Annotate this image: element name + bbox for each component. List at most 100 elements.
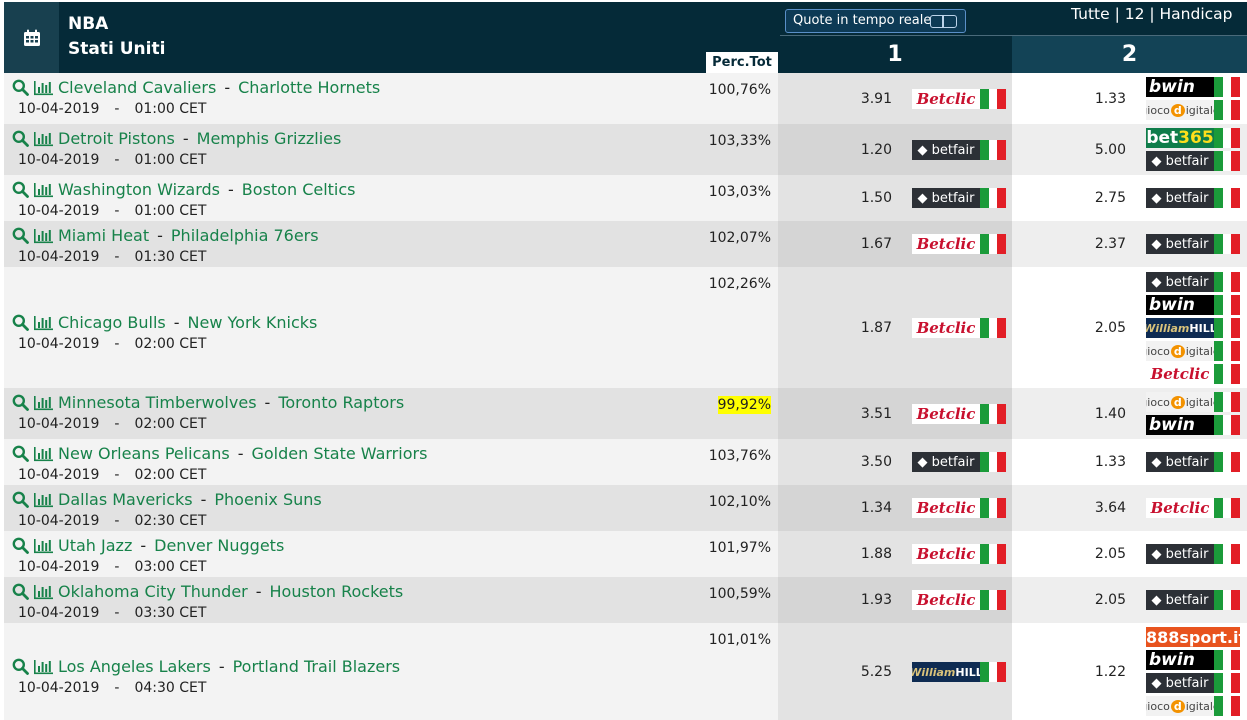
odd-away[interactable]: 1.33	[1066, 90, 1126, 108]
stats-chart-icon[interactable]	[33, 658, 54, 680]
stats-chart-icon[interactable]	[33, 79, 54, 101]
home-team-link[interactable]: Los Angeles Lakers	[58, 657, 211, 676]
odd-away[interactable]: 5.00	[1066, 141, 1126, 159]
stats-chart-icon[interactable]	[33, 394, 54, 416]
odd-away[interactable]: 2.05	[1066, 591, 1126, 609]
bookmaker-888sport[interactable]: 888sport.it	[1146, 627, 1240, 647]
stats-chart-icon[interactable]	[33, 537, 54, 559]
away-team-link[interactable]: Denver Nuggets	[154, 536, 284, 555]
bookmaker-betfair[interactable]: ◆ betfair	[912, 188, 1007, 208]
home-team-link[interactable]: Miami Heat	[58, 226, 149, 245]
stats-chart-icon[interactable]	[33, 583, 54, 605]
bookmaker-betfair[interactable]: ◆ betfair	[1146, 234, 1241, 254]
away-team-link[interactable]: Houston Rockets	[270, 582, 404, 601]
search-icon[interactable]	[12, 314, 29, 336]
away-team-link[interactable]: Toronto Raptors	[278, 393, 404, 412]
odd-home[interactable]: 1.87	[832, 319, 892, 337]
home-team-link[interactable]: Minnesota Timberwolves	[58, 393, 257, 412]
stats-chart-icon[interactable]	[33, 181, 54, 203]
bookmaker-betclic[interactable]: Betclic	[912, 544, 1007, 564]
bookmaker-betfair[interactable]: ◆ betfair	[1146, 590, 1241, 610]
away-team-link[interactable]: Memphis Grizzlies	[197, 129, 342, 148]
bookmaker-betclic[interactable]: Betclic	[912, 318, 1007, 338]
search-icon[interactable]	[12, 445, 29, 467]
bookmaker-bet365[interactable]: bet 365	[1146, 128, 1241, 148]
bookmaker-giocodigitale[interactable]: giocodigitale	[1146, 392, 1241, 412]
odd-away[interactable]: 2.37	[1066, 235, 1126, 253]
bookmaker-betfair[interactable]: ◆ betfair	[1146, 452, 1241, 472]
odd-away[interactable]: 1.40	[1066, 405, 1126, 423]
odd-home[interactable]: 1.93	[832, 591, 892, 609]
stats-chart-icon[interactable]	[33, 227, 54, 249]
calendar-icon[interactable]	[4, 2, 59, 73]
away-team-link[interactable]: Philadelphia 76ers	[171, 226, 319, 245]
odd-home[interactable]: 5.25	[832, 663, 892, 681]
odd-home[interactable]: 1.50	[832, 189, 892, 207]
bookmaker-williamhill[interactable]: William HILL	[912, 662, 1007, 682]
realtime-odds-toggle[interactable]: Quote in tempo reale	[785, 9, 966, 33]
home-team-link[interactable]: Detroit Pistons	[58, 129, 175, 148]
stats-chart-icon[interactable]	[33, 491, 54, 513]
search-icon[interactable]	[12, 491, 29, 513]
odd-home[interactable]: 3.91	[832, 90, 892, 108]
search-icon[interactable]	[12, 79, 29, 101]
home-team-link[interactable]: Dallas Mavericks	[58, 490, 193, 509]
home-team-link[interactable]: Chicago Bulls	[58, 313, 166, 332]
bookmaker-bwin[interactable]: bwin	[1146, 650, 1241, 670]
stats-chart-icon[interactable]	[33, 445, 54, 467]
odd-away[interactable]: 2.05	[1066, 319, 1126, 337]
away-team-link[interactable]: Portland Trail Blazers	[233, 657, 401, 676]
away-team-link[interactable]: Golden State Warriors	[251, 444, 427, 463]
bookmaker-betfair[interactable]: ◆ betfair	[1146, 188, 1241, 208]
bookmaker-betfair[interactable]: ◆ betfair	[1146, 544, 1241, 564]
link-12[interactable]: 12	[1125, 5, 1145, 23]
home-team-link[interactable]: New Orleans Pelicans	[58, 444, 230, 463]
home-team-link[interactable]: Oklahoma City Thunder	[58, 582, 248, 601]
home-team-link[interactable]: Washington Wizards	[58, 180, 220, 199]
bookmaker-betfair[interactable]: ◆ betfair	[1146, 151, 1241, 171]
odd-home[interactable]: 1.20	[832, 141, 892, 159]
link-handicap[interactable]: Handicap	[1160, 5, 1233, 23]
bookmaker-bwin[interactable]: bwin	[1146, 415, 1241, 435]
bookmaker-giocodigitale[interactable]: giocodigitale	[1146, 341, 1241, 361]
away-team-link[interactable]: Charlotte Hornets	[238, 78, 380, 97]
bookmaker-betclic[interactable]: Betclic	[912, 234, 1007, 254]
odd-home[interactable]: 1.67	[832, 235, 892, 253]
home-team-link[interactable]: Utah Jazz	[58, 536, 132, 555]
bookmaker-bwin[interactable]: bwin	[1146, 295, 1241, 315]
bookmaker-betclic[interactable]: Betclic	[912, 89, 1007, 109]
link-all[interactable]: Tutte	[1071, 5, 1110, 23]
bookmaker-betfair[interactable]: ◆ betfair	[1146, 673, 1241, 693]
bookmaker-betclic[interactable]: Betclic	[912, 498, 1007, 518]
search-icon[interactable]	[12, 227, 29, 249]
search-icon[interactable]	[12, 583, 29, 605]
search-icon[interactable]	[12, 394, 29, 416]
odd-away[interactable]: 2.05	[1066, 545, 1126, 563]
stats-chart-icon[interactable]	[33, 314, 54, 336]
odd-away[interactable]: 1.33	[1066, 453, 1126, 471]
bookmaker-betclic[interactable]: Betclic	[1146, 498, 1241, 518]
bookmaker-bwin[interactable]: bwin	[1146, 77, 1241, 97]
bookmaker-betclic[interactable]: Betclic	[912, 404, 1007, 424]
away-team-link[interactable]: New York Knicks	[188, 313, 318, 332]
bookmaker-betclic[interactable]: Betclic	[912, 590, 1007, 610]
search-icon[interactable]	[12, 658, 29, 680]
search-icon[interactable]	[12, 537, 29, 559]
odd-away[interactable]: 3.64	[1066, 499, 1126, 517]
search-icon[interactable]	[12, 181, 29, 203]
home-team-link[interactable]: Cleveland Cavaliers	[58, 78, 216, 97]
bookmaker-giocodigitale[interactable]: giocodigitale	[1146, 696, 1241, 716]
away-team-link[interactable]: Phoenix Suns	[214, 490, 321, 509]
odd-away[interactable]: 2.75	[1066, 189, 1126, 207]
toggle-switch-icon[interactable]	[930, 15, 957, 28]
bookmaker-betclic[interactable]: Betclic	[1146, 364, 1241, 384]
bookmaker-betfair[interactable]: ◆ betfair	[1146, 272, 1241, 292]
odd-home[interactable]: 3.50	[832, 453, 892, 471]
odd-home[interactable]: 1.88	[832, 545, 892, 563]
away-team-link[interactable]: Boston Celtics	[242, 180, 356, 199]
odd-home[interactable]: 3.51	[832, 405, 892, 423]
search-icon[interactable]	[12, 130, 29, 152]
bookmaker-betfair[interactable]: ◆ betfair	[912, 140, 1007, 160]
odd-home[interactable]: 1.34	[832, 499, 892, 517]
bookmaker-betfair[interactable]: ◆ betfair	[912, 452, 1007, 472]
